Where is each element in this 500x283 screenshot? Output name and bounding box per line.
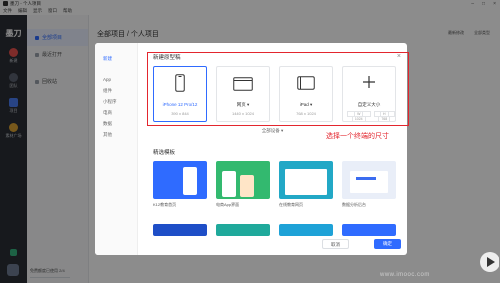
dialog-nav-ecommerce[interactable]: 电商 (95, 107, 137, 118)
template-card[interactable] (153, 224, 207, 236)
template-web-preview (350, 171, 388, 193)
template-label: 在线教育网页 (279, 202, 303, 207)
dialog-nav: 新建 App 组件 小程序 电商 数据 其他 (95, 43, 138, 255)
watermark: www.imooc.com (380, 272, 430, 278)
annotation-highlight-box (147, 52, 409, 126)
template-row (153, 161, 396, 199)
template-label: 数据分析后台 (342, 202, 366, 207)
chevron-down-icon: ▾ (281, 128, 284, 133)
template-label: K12教育首页 (153, 202, 177, 207)
dialog-nav-miniprogram[interactable]: 小程序 (95, 96, 137, 107)
template-card-ecommerce[interactable] (216, 161, 270, 199)
dialog-nav-data[interactable]: 数据 (95, 118, 137, 129)
dialog-nav-other[interactable]: 其他 (95, 129, 137, 140)
template-phone-preview (222, 171, 236, 197)
template-thumbnail (153, 161, 207, 199)
template-chart-bar (356, 177, 376, 180)
dialog-nav-components[interactable]: 组件 (95, 85, 137, 96)
template-card[interactable] (216, 224, 270, 236)
dialog-nav-new[interactable]: 新建 (95, 53, 137, 64)
dialog-nav-app[interactable]: App (95, 74, 137, 85)
template-label: 电商App界面 (216, 202, 240, 207)
confirm-button[interactable]: 确定 (374, 239, 401, 249)
template-card[interactable] (279, 224, 333, 236)
template-phone-preview (240, 175, 254, 197)
section-title-templates: 精选模板 (153, 150, 176, 156)
annotation-text: 选择一个终端的尺寸 (326, 133, 389, 140)
template-card[interactable] (342, 224, 396, 236)
template-card-k12[interactable] (153, 161, 207, 199)
cancel-button[interactable]: 取消 (322, 239, 349, 249)
template-phone-preview (183, 167, 197, 195)
template-card-education-web[interactable] (279, 161, 333, 199)
template-row-2 (153, 224, 396, 236)
template-card-dashboard[interactable] (342, 161, 396, 199)
all-devices-label: 全部设备 (261, 128, 280, 133)
template-web-preview (285, 169, 327, 195)
play-icon[interactable] (479, 251, 499, 273)
